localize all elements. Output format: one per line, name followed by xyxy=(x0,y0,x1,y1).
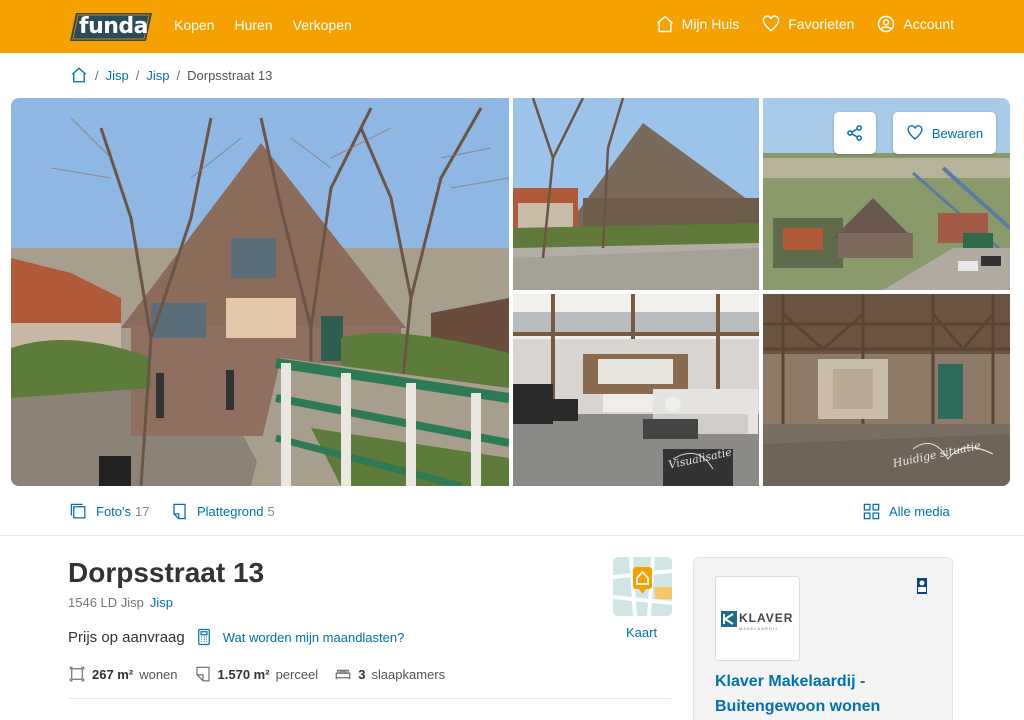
map-thumbnail[interactable] xyxy=(613,557,672,616)
all-media-label: Alle media xyxy=(889,504,950,519)
feature-label: wonen xyxy=(139,666,178,682)
share-button[interactable] xyxy=(834,112,876,154)
price-row: Prijs op aanvraag Wat worden mijn maandl… xyxy=(68,628,404,646)
monthly-costs-link[interactable]: Wat worden mijn maandlasten? xyxy=(223,630,405,645)
grid-icon xyxy=(863,503,880,520)
top-navigation-bar: funda Kopen Huren Verkopen Mijn Huis Fav… xyxy=(0,0,1024,53)
place-link[interactable]: Jisp xyxy=(150,595,173,610)
save-button-label: Bewaren xyxy=(931,125,984,141)
main-photo[interactable] xyxy=(11,98,509,486)
breadcrumb-separator: / xyxy=(135,67,140,83)
photo-barn-exterior-image xyxy=(513,98,759,290)
section-divider xyxy=(68,698,671,699)
photo-barn-interior[interactable] xyxy=(763,294,1010,486)
logo-text: funda xyxy=(79,14,149,39)
main-nav: Kopen Huren Verkopen xyxy=(174,17,352,33)
funda-logo[interactable]: funda xyxy=(70,11,152,43)
nav-verkopen[interactable]: Verkopen xyxy=(293,17,352,33)
media-bar: Foto's 17 Plattegrond 5 Alle media xyxy=(0,494,1024,536)
listing-address: 1546 LD Jisp Jisp xyxy=(68,595,173,610)
features-list: 267 m² wonen 1.570 m² perceel 3 slaapkam… xyxy=(68,665,445,683)
feature-value: 3 xyxy=(358,666,366,682)
photos-count: 17 xyxy=(135,504,150,519)
nav-account[interactable]: Account xyxy=(876,14,954,34)
breadcrumb-jisp-1[interactable]: Jisp xyxy=(106,68,129,83)
photo-barn-exterior[interactable] xyxy=(513,98,759,290)
map-pin-icon xyxy=(613,557,672,616)
floorplan-icon xyxy=(173,503,186,520)
feature-label: slaapkamers xyxy=(371,666,446,682)
photos-link[interactable]: Foto's 17 xyxy=(69,502,149,521)
all-media-link[interactable]: Alle media xyxy=(862,502,950,521)
nav-favorieten[interactable]: Favorieten xyxy=(761,14,854,34)
nav-huren[interactable]: Huren xyxy=(234,17,272,33)
share-icon xyxy=(847,125,862,141)
plot-icon xyxy=(195,666,210,682)
breadcrumb-separator: / xyxy=(95,67,99,83)
home-icon xyxy=(656,15,673,33)
nav-favorieten-label: Favorieten xyxy=(788,16,855,32)
photos-icon xyxy=(70,503,86,519)
agent-name-line1: Klaver Makelaardij - xyxy=(715,673,866,690)
floorplan-link[interactable]: Plattegrond 5 xyxy=(170,502,275,521)
photo-gallery xyxy=(11,98,1010,486)
breadcrumb-current: Dorpsstraat 13 xyxy=(187,67,273,83)
agent-logo-name: KLAVER xyxy=(739,611,794,625)
nav-kopen[interactable]: Kopen xyxy=(174,17,214,33)
agent-logo-sub: MAKELAARDIJ xyxy=(739,626,778,631)
price: Prijs op aanvraag xyxy=(68,628,185,646)
feature-plot-area: 1.570 m² perceel xyxy=(194,665,319,683)
nav-account-label: Account xyxy=(903,16,954,32)
feature-value: 267 m² xyxy=(92,666,134,682)
feature-bedrooms: 3 slaapkamers xyxy=(334,665,445,683)
main-photo-image xyxy=(11,98,509,486)
user-nav: Mijn Huis Favorieten Account xyxy=(655,14,954,34)
photo-barn-interior-image xyxy=(763,294,1010,486)
breadcrumb-jisp-2[interactable]: Jisp xyxy=(146,68,169,83)
nav-mijn-huis[interactable]: Mijn Huis xyxy=(655,14,740,34)
home-icon[interactable] xyxy=(70,66,88,84)
photos-label: Foto's xyxy=(96,504,131,519)
map-label[interactable]: Kaart xyxy=(626,625,657,640)
feature-living-area: 267 m² wonen xyxy=(68,665,178,683)
heart-icon xyxy=(762,15,780,32)
agent-logo[interactable]: KLAVER MAKELAARDIJ xyxy=(715,576,800,661)
floorplan-label: Plattegrond xyxy=(197,504,264,519)
feature-value: 1.570 m² xyxy=(217,666,270,682)
agent-name[interactable]: Klaver Makelaardij - Buitengewoon wonen xyxy=(715,669,915,719)
floorplan-count: 5 xyxy=(267,504,275,519)
user-icon xyxy=(878,15,895,33)
calculator-icon xyxy=(197,628,210,646)
klaver-logo-icon xyxy=(721,611,737,627)
postal-code: 1546 LD Jisp xyxy=(68,595,144,610)
agent-name-line2: Buitengewoon wonen xyxy=(715,698,881,715)
area-icon xyxy=(69,666,85,682)
breadcrumb-separator: / xyxy=(176,67,181,83)
feature-label: perceel xyxy=(275,666,319,682)
heart-icon xyxy=(907,125,923,140)
nav-mijn-huis-label: Mijn Huis xyxy=(681,16,740,32)
bed-icon xyxy=(335,669,351,680)
save-button[interactable]: Bewaren xyxy=(893,112,996,154)
listing-title: Dorpsstraat 13 xyxy=(68,557,265,588)
nvm-badge-icon xyxy=(917,578,927,594)
breadcrumb: / Jisp / Jisp / Dorpsstraat 13 xyxy=(70,66,272,84)
agent-card: KLAVER MAKELAARDIJ Klaver Makelaardij - … xyxy=(693,557,953,720)
